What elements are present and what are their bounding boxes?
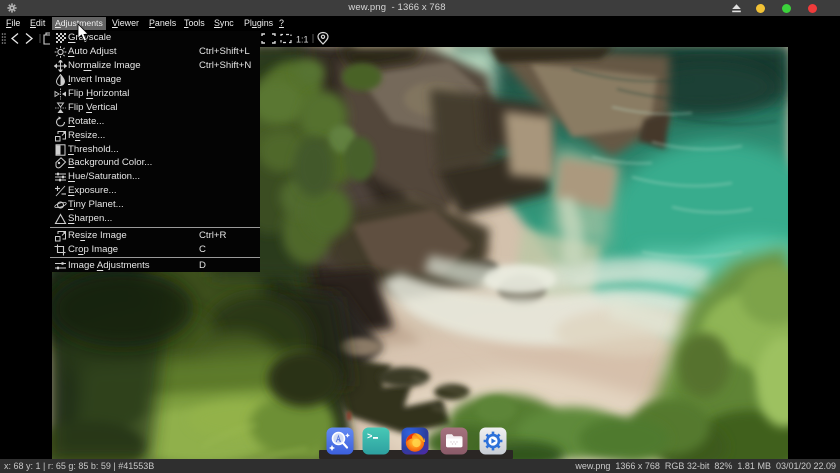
svg-text:1:1: 1:1 bbox=[296, 35, 309, 45]
svg-text:>: > bbox=[367, 432, 372, 442]
